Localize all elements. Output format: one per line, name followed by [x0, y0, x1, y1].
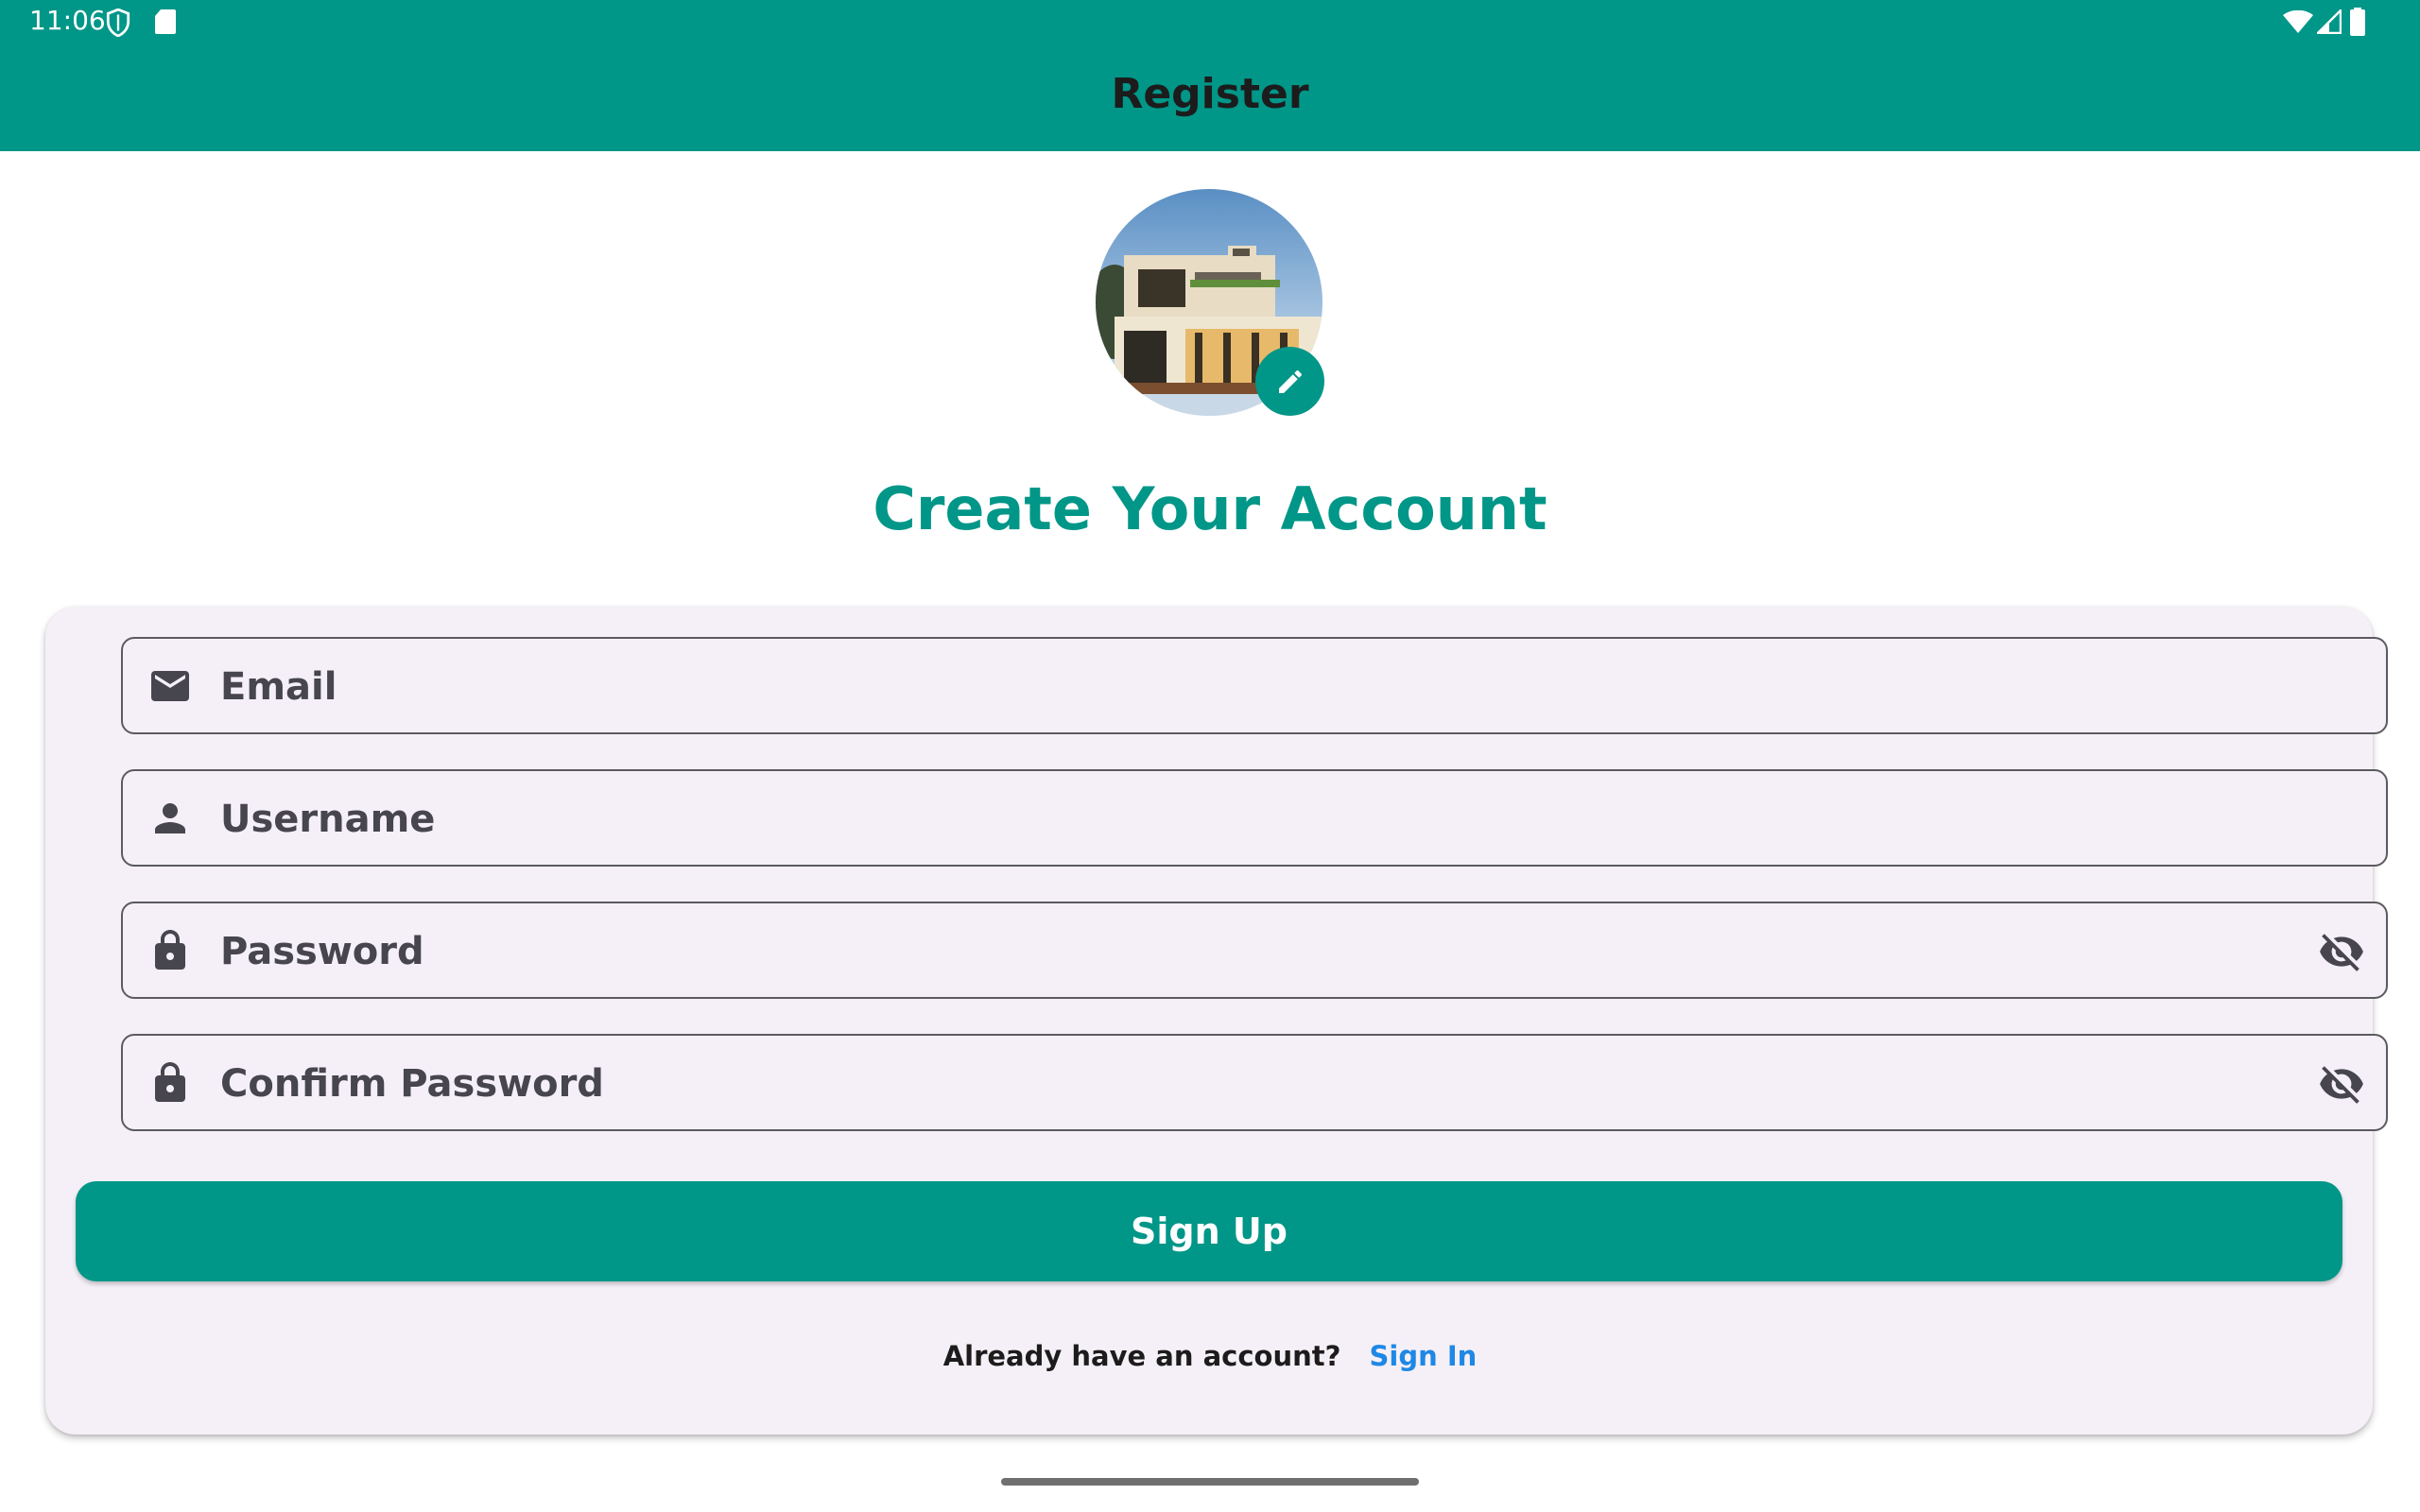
register-card: Email Username Password Confirm Password	[45, 607, 2388, 1435]
password-label: Password	[220, 930, 424, 973]
confirm-password-label: Confirm Password	[220, 1062, 604, 1106]
status-time: 11:06	[29, 5, 106, 36]
sign-in-link[interactable]: Sign In	[1370, 1340, 1478, 1372]
email-label: Email	[220, 665, 337, 709]
visibility-off-icon[interactable]	[2318, 928, 2365, 975]
username-field[interactable]: Username	[121, 769, 2388, 867]
edit-avatar-button[interactable]	[1255, 347, 1324, 416]
sd-card-icon	[155, 9, 176, 34]
email-field[interactable]: Email	[121, 637, 2388, 734]
pencil-icon	[1278, 369, 1302, 393]
page-title: Register	[1111, 70, 1309, 118]
lock-icon	[155, 1062, 185, 1102]
username-label: Username	[220, 798, 436, 841]
home-indicator[interactable]	[1001, 1478, 1419, 1486]
visibility-off-icon[interactable]	[2318, 1060, 2365, 1108]
account-question: Already have an account?	[942, 1340, 1341, 1372]
wifi-icon	[2283, 10, 2313, 33]
signal-icon	[2317, 9, 2342, 34]
battery-icon	[2350, 8, 2365, 36]
shield-icon	[106, 9, 130, 37]
app-bar: 11:06 Register	[0, 0, 2420, 151]
form-heading: Create Your Account	[873, 474, 1547, 543]
mail-icon	[151, 671, 189, 701]
lock-icon	[155, 930, 185, 970]
sign-in-prompt: Already have an account? Sign In	[0, 1340, 2420, 1372]
person-icon	[155, 803, 185, 833]
sign-up-button[interactable]: Sign Up	[76, 1181, 2342, 1281]
confirm-password-field[interactable]: Confirm Password	[121, 1034, 2388, 1131]
password-field[interactable]: Password	[121, 902, 2388, 999]
